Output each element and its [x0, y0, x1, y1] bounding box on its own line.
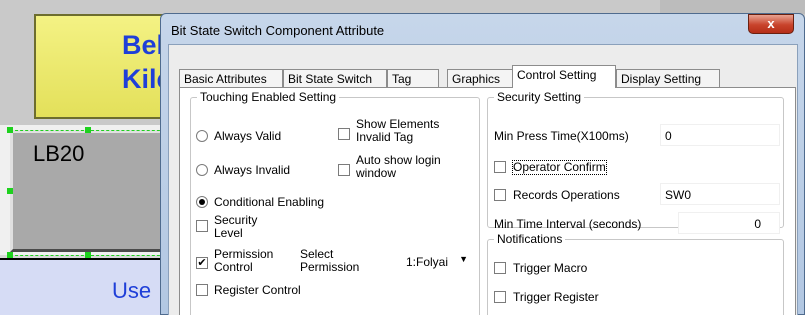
select-permission-label: Select Permission: [300, 247, 360, 274]
attribute-dialog: Bit State Switch Component Attribute x B…: [160, 13, 805, 315]
min-time-interval-value: 0: [754, 217, 761, 231]
min-press-time-label: Min Press Time(X100ms): [494, 129, 629, 143]
security-level-label: Security Level: [214, 213, 258, 240]
auto-show-login-label: Auto show login window: [356, 153, 441, 180]
dialog-client: Basic Attributes Bit State Switch Tag Gr…: [168, 44, 798, 315]
security-setting-legend: Security Setting: [497, 90, 582, 104]
hmi-lb20-button[interactable]: LB20: [10, 130, 175, 252]
resize-handle-top[interactable]: [85, 127, 91, 133]
close-button[interactable]: x: [748, 14, 794, 34]
hmi-user-area: Use: [0, 258, 170, 315]
resize-handle-left[interactable]: [7, 188, 13, 194]
permission-select[interactable]: 1:Folyai ▼: [402, 252, 470, 272]
close-icon: x: [767, 16, 775, 31]
trigger-register-checkbox[interactable]: [494, 291, 506, 303]
control-setting-panel: Touching Enabled Setting Always Valid Al…: [179, 87, 796, 315]
tab-label: Control Setting: [517, 68, 597, 82]
editor-canvas-strip: [660, 0, 805, 14]
tab-graphics[interactable]: Graphics: [447, 69, 513, 87]
register-control-label: Register Control: [214, 283, 301, 297]
hmi-yellow-button[interactable]: Bel Kile: [34, 14, 174, 119]
records-operations-value: SW0: [665, 188, 692, 202]
hmi-lb20-label: LB20: [33, 141, 85, 166]
notifications-legend: Notifications: [497, 232, 563, 246]
resize-handle-top-left[interactable]: [7, 127, 13, 133]
trigger-macro-checkbox[interactable]: [494, 262, 506, 274]
conditional-enabling-radio[interactable]: [196, 196, 208, 208]
hmi-user-label: Use: [112, 278, 152, 303]
operator-confirm-checkbox[interactable]: [494, 161, 506, 173]
touching-enabled-legend: Touching Enabled Setting: [200, 90, 337, 104]
conditional-enabling-label: Conditional Enabling: [214, 195, 325, 209]
permission-select-value: 1:Folyai: [406, 255, 449, 269]
always-valid-radio[interactable]: [196, 130, 208, 142]
tab-bit-state-switch[interactable]: Bit State Switch: [283, 69, 387, 87]
chevron-down-icon: ▼: [459, 254, 468, 264]
auto-show-login-checkbox[interactable]: [338, 164, 350, 176]
min-press-time-value: 0: [665, 129, 672, 143]
always-valid-label: Always Valid: [214, 129, 282, 143]
tab-label: Graphics: [452, 72, 501, 86]
records-operations-label: Records Operations: [513, 188, 620, 202]
register-control-checkbox[interactable]: [196, 284, 208, 296]
tab-display-setting[interactable]: Display Setting: [616, 69, 720, 87]
tab-label: Display Setting: [621, 72, 702, 86]
security-setting-group: Security Setting: [487, 90, 784, 228]
permission-control-label: Permission Control: [214, 247, 274, 274]
min-press-time-input[interactable]: 0: [660, 124, 780, 146]
tab-label: Basic Attributes: [184, 72, 267, 86]
show-elements-label: Show Elements Invalid Tag: [356, 117, 440, 144]
tab-tag[interactable]: Tag: [387, 69, 439, 87]
min-time-interval-input[interactable]: 0: [678, 212, 780, 234]
dialog-title: Bit State Switch Component Attribute: [171, 23, 385, 38]
trigger-macro-label: Trigger Macro: [513, 261, 588, 275]
min-time-interval-label: Min Time Interval (seconds): [494, 217, 642, 231]
tab-control-setting[interactable]: Control Setting: [512, 65, 616, 88]
records-operations-checkbox[interactable]: [494, 189, 506, 201]
tab-label: Tag: [392, 72, 412, 86]
show-elements-checkbox[interactable]: [338, 128, 350, 140]
records-operations-input[interactable]: SW0: [660, 183, 780, 205]
hmi-yellow-button-line1: Bel: [122, 30, 165, 60]
tab-basic-attributes[interactable]: Basic Attributes: [179, 69, 283, 87]
always-invalid-radio[interactable]: [196, 164, 208, 176]
operator-confirm-label: Operator Confirm: [512, 160, 607, 175]
permission-control-checkbox[interactable]: ✔: [196, 257, 208, 269]
trigger-register-label: Trigger Register: [513, 290, 599, 304]
always-invalid-label: Always Invalid: [214, 163, 291, 177]
tab-label: Bit State Switch: [288, 72, 373, 86]
security-level-checkbox[interactable]: [196, 220, 208, 232]
